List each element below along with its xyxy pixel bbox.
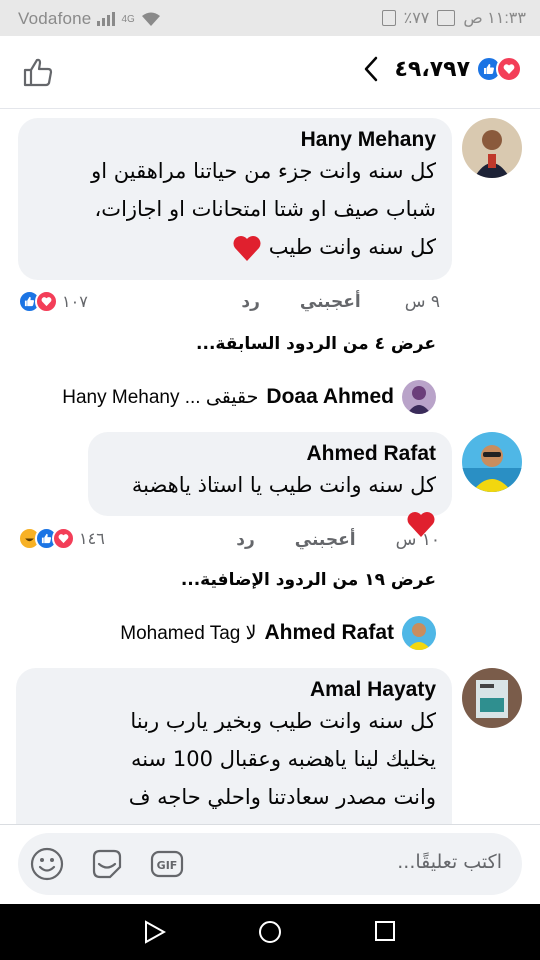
battery-icon <box>381 10 396 26</box>
avatar <box>402 380 436 414</box>
comment-line: كل سنه وانت طيب وبخير يارب ربنا <box>130 709 436 733</box>
clock: ١١:٣٣ ص <box>463 10 526 27</box>
reply-link[interactable]: رد <box>236 530 255 550</box>
like-link[interactable]: أعجبني <box>295 530 356 550</box>
reply-preview[interactable]: Doaa Ahmed حقيقى ... Hany Mehany <box>62 380 436 414</box>
battery-level: ٪٧٧ <box>403 10 430 27</box>
view-previous-replies[interactable]: عرض ٤ من الردود السابقة... <box>196 334 436 354</box>
comment-line: يخليك لينا ياهضبه وعقبال 100 سنه <box>131 747 436 771</box>
heart-emoji-icon <box>233 236 261 261</box>
system-nav-bar <box>0 904 540 960</box>
signal-icon <box>97 12 116 26</box>
status-right: Vodafone 4G <box>18 9 161 29</box>
status-left: ٪٧٧ ١١:٣٣ ص <box>381 8 526 28</box>
reactions-header: ٤٩،٧٩٧ <box>0 36 540 109</box>
reaction-summary[interactable]: ٤٩،٧٩٧ <box>363 56 522 82</box>
comment-input[interactable]: اكتب تعليقًا... GIF <box>18 833 522 895</box>
comment-bubble[interactable]: Ahmed Rafat كل سنه وانت طيب يا استاذ ياه… <box>88 432 452 537</box>
comment-placeholder: اكتب تعليقًا... <box>397 851 502 873</box>
sticker-icon[interactable] <box>90 847 124 881</box>
gif-icon[interactable]: GIF <box>150 847 184 881</box>
reply-link[interactable]: رد <box>241 292 260 312</box>
comment-line: كل سنه وانت طيب يا استاذ ياهضبة <box>131 473 436 497</box>
reply-author[interactable]: Ahmed Rafat <box>264 621 394 645</box>
comment-author[interactable]: Ahmed Rafat <box>104 442 436 466</box>
reaction-count: ١٠٧ <box>62 292 88 311</box>
wifi-icon <box>141 12 160 26</box>
comment-bubble[interactable]: Hany Mehany كل سنه وانت جزء من حياتنا مر… <box>18 118 452 280</box>
love-reaction-icon <box>496 56 522 82</box>
reply-author[interactable]: Doaa Ahmed <box>266 385 394 409</box>
back-triangle-icon[interactable] <box>144 920 166 944</box>
like-link[interactable]: أعجبني <box>300 292 361 312</box>
chevron-left-icon[interactable] <box>363 56 379 82</box>
carrier-label: Vodafone <box>18 9 92 28</box>
comment-reactions[interactable]: ١٤٦ <box>18 527 105 550</box>
notification-icon <box>437 10 456 26</box>
avatar[interactable] <box>462 432 522 492</box>
view-more-replies[interactable]: عرض ١٩ من الردود الإضافية... <box>181 570 436 590</box>
avatar[interactable] <box>462 668 522 728</box>
comment-line: شباب صيف او شتا امتحانات او اجازات، <box>94 197 436 221</box>
comment-reactions[interactable]: ١٠٧ <box>18 290 88 313</box>
svg-text:GIF: GIF <box>157 859 178 872</box>
comment-time: ٩ س <box>404 292 440 312</box>
reply-snippet: حقيقى ... Hany Mehany <box>62 386 259 408</box>
emoji-icon[interactable] <box>30 847 64 881</box>
comment-time: ١٠ س <box>395 530 440 550</box>
status-bar: Vodafone 4G ٪٧٧ ١١:٣٣ ص <box>0 0 540 36</box>
comment-meta: ١٠ س أعجبني رد <box>236 530 440 550</box>
avatar[interactable] <box>462 118 522 178</box>
comment-line: كل سنه وانت جزء من حياتنا مراهقين او <box>91 159 436 183</box>
comment-line: كل سنه وانت طيب <box>268 235 436 259</box>
recents-square-icon[interactable] <box>374 920 396 942</box>
reaction-count: ١٤٦ <box>79 529 105 548</box>
comment-author[interactable]: Amal Hayaty <box>32 678 436 702</box>
reply-preview[interactable]: Ahmed Rafat لا Mohamed Tag <box>120 616 436 650</box>
love-reaction-icon <box>52 527 75 550</box>
comment-meta: ٩ س أعجبني رد <box>241 292 440 312</box>
comment-composer: اكتب تعليقًا... GIF <box>0 824 540 905</box>
comment-bubble[interactable]: Amal Hayaty كل سنه وانت طيب وبخير يارب ر… <box>16 668 452 838</box>
reaction-count: ٤٩،٧٩٧ <box>394 56 471 82</box>
network-label: 4G <box>121 13 135 25</box>
avatar <box>402 616 436 650</box>
comment-author[interactable]: Hany Mehany <box>34 128 436 152</box>
comment-line: وانت مصدر سعادتنا واحلي حاجه ف <box>128 785 436 809</box>
reaction-icons <box>476 56 522 82</box>
love-reaction-icon <box>35 290 58 313</box>
like-outline-icon[interactable] <box>22 56 54 88</box>
home-circle-icon[interactable] <box>258 920 282 944</box>
reply-snippet: لا Mohamed Tag <box>120 622 257 644</box>
